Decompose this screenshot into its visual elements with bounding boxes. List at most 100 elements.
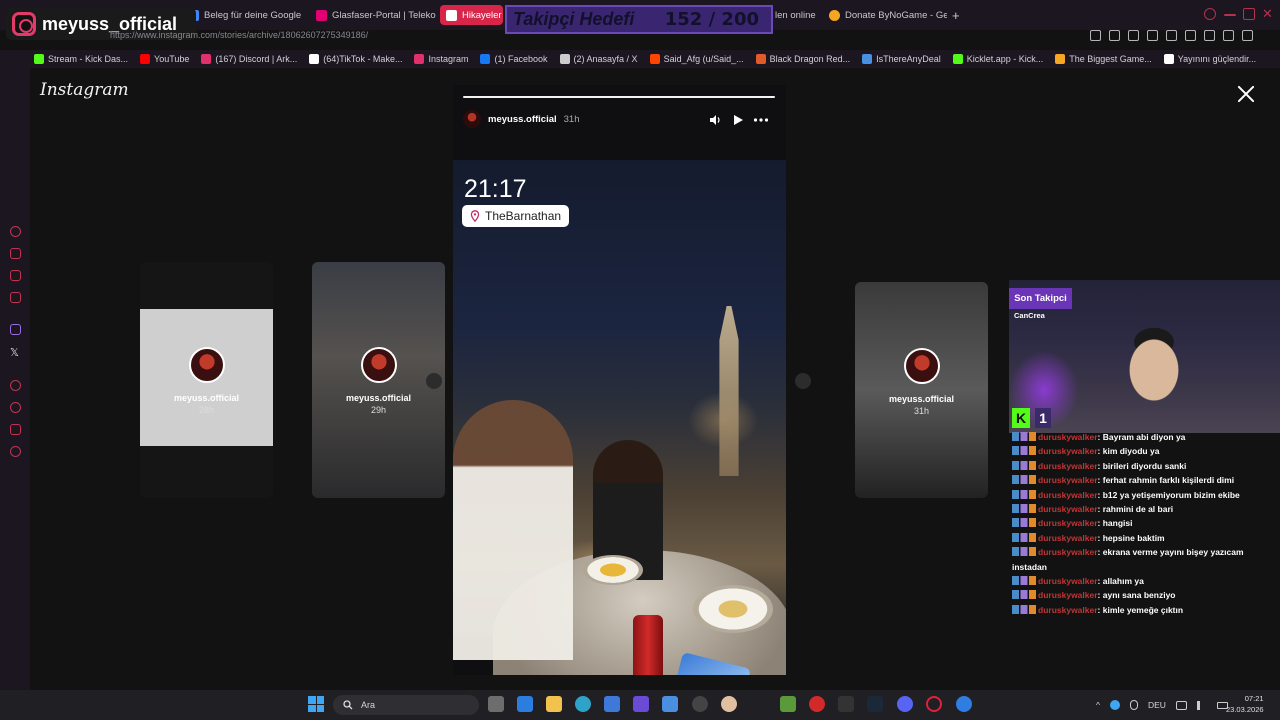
bookmark-icon[interactable] — [1090, 30, 1101, 41]
close-window-icon[interactable]: ✕ — [1262, 6, 1274, 21]
chat-username[interactable]: duruskywalker — [1038, 590, 1098, 600]
bookmark-item[interactable]: (1) Facebook — [480, 54, 548, 64]
tab-google[interactable]: Beleg für deine Google Pl — [188, 5, 304, 25]
volume-icon[interactable] — [709, 114, 721, 126]
new-tab-button[interactable]: + — [952, 5, 960, 25]
language-indicator[interactable]: DEU — [1148, 700, 1166, 710]
store-icon[interactable] — [10, 248, 21, 259]
obs-icon[interactable] — [692, 696, 708, 712]
story-username[interactable]: meyuss.official — [488, 114, 557, 125]
bookmark-item[interactable]: YouTube — [140, 54, 189, 64]
more-options-icon[interactable] — [753, 114, 769, 126]
active-story[interactable]: meyuss.official 31h 21:17 TheBarnathan — [453, 85, 786, 675]
chat-username[interactable]: duruskywalker — [1038, 490, 1098, 500]
tab-online[interactable]: len online — [775, 5, 823, 25]
task-view-icon[interactable] — [488, 696, 504, 712]
chat-username[interactable]: duruskywalker — [1038, 518, 1098, 528]
taskbar-clock[interactable]: 07:21 23.03.2026 — [1226, 693, 1264, 715]
extensions-icon[interactable] — [1185, 30, 1196, 41]
widgets-icon[interactable] — [517, 696, 533, 712]
chat-username[interactable]: duruskywalker — [1038, 446, 1098, 456]
chat-username[interactable]: duruskywalker — [1038, 576, 1098, 586]
telekom-icon — [316, 9, 327, 21]
tab-stories[interactable]: Hikayeler • — [440, 5, 503, 25]
shield-icon[interactable] — [1128, 30, 1139, 41]
microphone-icon[interactable] — [1130, 700, 1138, 710]
windows-start-icon[interactable] — [308, 696, 324, 712]
edge-icon[interactable] — [575, 696, 591, 712]
taskbar-search[interactable]: Ara — [333, 695, 479, 715]
chat-username[interactable]: duruskywalker — [1038, 504, 1098, 514]
bookmark-item[interactable]: Yayınını güçlendir... — [1163, 54, 1256, 64]
settings-icon[interactable] — [10, 446, 21, 457]
twitch-icon[interactable] — [10, 324, 21, 335]
address-bar[interactable]: https://www.instagram.com/stories/archiv… — [110, 30, 368, 44]
app-icon[interactable] — [662, 696, 678, 712]
bookmark-item[interactable]: IsThereAnyDeal — [862, 54, 941, 64]
bookmark-item[interactable]: Kicklet.app - Kick... — [952, 54, 1043, 64]
maximize-icon[interactable] — [1243, 8, 1255, 20]
mail-icon[interactable] — [10, 292, 21, 303]
steam-icon[interactable] — [867, 696, 883, 712]
search-icon — [343, 700, 353, 710]
opera-gx-icon[interactable] — [926, 696, 942, 712]
chat-message: duruskywalker: ekrana verme yayını bişey… — [1012, 545, 1274, 574]
extensions-icon[interactable] — [10, 424, 21, 435]
app-icon[interactable] — [956, 696, 972, 712]
bookmark-item[interactable]: Black Dragon Red... — [755, 54, 850, 64]
play-icon[interactable] — [732, 114, 744, 126]
close-viewer-button[interactable] — [1236, 84, 1256, 104]
chat-username[interactable]: duruskywalker — [1038, 547, 1098, 557]
history-icon[interactable] — [10, 402, 21, 413]
discord-icon[interactable] — [897, 696, 913, 712]
player-icon[interactable] — [10, 380, 21, 391]
story-preview-card[interactable]: meyuss.official 28h — [140, 262, 273, 498]
file-explorer-icon[interactable] — [546, 696, 562, 712]
instagram-icon — [446, 9, 457, 21]
chat-username[interactable]: duruskywalker — [1038, 533, 1098, 543]
app-icon[interactable] — [721, 696, 737, 712]
gx-corner-icon[interactable] — [10, 226, 21, 237]
heart-icon[interactable] — [1166, 30, 1177, 41]
network-icon[interactable] — [1175, 700, 1187, 710]
story-username: meyuss.official — [345, 393, 412, 403]
minecraft-icon[interactable] — [780, 696, 796, 712]
profile-icon[interactable] — [1204, 30, 1215, 41]
app-icon[interactable] — [838, 696, 854, 712]
player-icon[interactable] — [1147, 30, 1158, 41]
onedrive-icon[interactable] — [1110, 700, 1120, 710]
location-sticker[interactable]: TheBarnathan — [462, 205, 570, 227]
screenshot-icon[interactable] — [1109, 30, 1120, 41]
bookmark-item[interactable]: (64)TikTok - Make... — [309, 54, 402, 64]
chat-username[interactable]: duruskywalker — [1038, 475, 1098, 485]
app-icon[interactable] — [633, 696, 649, 712]
app-icon[interactable] — [809, 696, 825, 712]
menu-icon[interactable] — [1242, 30, 1253, 41]
x-icon[interactable]: 𝕏 — [10, 346, 21, 359]
download-icon[interactable] — [1223, 30, 1234, 41]
bookmark-item[interactable]: (2) Anasayfa / X — [559, 54, 638, 64]
store-icon[interactable] — [604, 696, 620, 712]
bookmark-item[interactable]: Said_Afg (u/Said_... — [649, 54, 744, 64]
chat-username[interactable]: duruskywalker — [1038, 461, 1098, 471]
messenger-icon[interactable] — [10, 270, 21, 281]
chat-username[interactable]: duruskywalker — [1038, 432, 1098, 442]
tab-bynogame[interactable]: Donate ByNoGame - Gele — [829, 5, 947, 25]
avatar[interactable] — [463, 110, 481, 128]
bookmark-label: (167) Discord | Ark... — [215, 54, 298, 64]
bookmark-item[interactable]: The Biggest Game... — [1055, 54, 1152, 64]
chat-text: b12 ya yetişemiyorum bizim ekibe — [1102, 489, 1240, 500]
next-story-button[interactable] — [795, 373, 811, 389]
search-icon[interactable] — [1204, 8, 1216, 20]
bookmark-item[interactable]: (167) Discord | Ark... — [201, 54, 297, 64]
previous-story-button[interactable] — [426, 373, 442, 389]
bookmark-item[interactable]: Instagram — [414, 54, 468, 64]
tab-telekom[interactable]: Glasfaser-Portal | Telekom — [316, 5, 436, 25]
chat-username[interactable]: duruskywalker — [1038, 605, 1098, 615]
chevron-up-icon[interactable]: ^ — [1096, 700, 1100, 710]
bookmark-item[interactable]: Stream - Kick Das... — [34, 54, 128, 64]
minimize-icon[interactable] — [1224, 14, 1236, 16]
volume-icon[interactable] — [1196, 700, 1207, 710]
instagram-wordmark[interactable]: Instagram — [40, 80, 129, 100]
story-preview-card[interactable]: meyuss.official 31h — [855, 282, 988, 498]
